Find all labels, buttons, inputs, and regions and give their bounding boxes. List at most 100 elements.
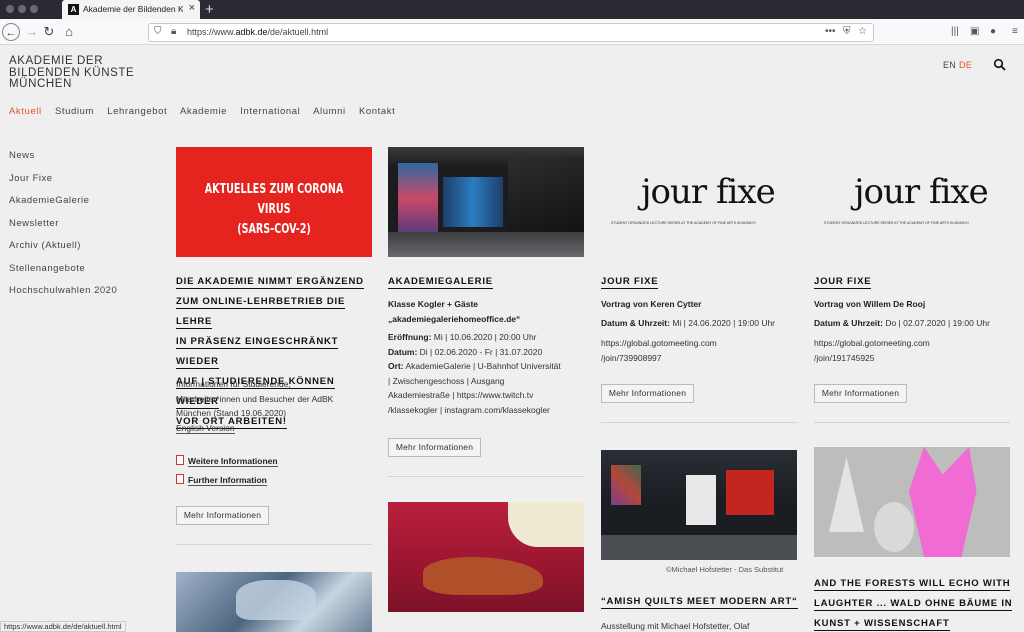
- new-tab-icon[interactable]: +: [205, 0, 214, 19]
- browser-tab[interactable]: A Akademie der Bildenden Künste ×: [62, 0, 200, 19]
- jourfixe-logo-sub: STUDENT ORGANIZED LECTURE SERIES AT THE …: [611, 221, 756, 225]
- nav-lehrangebot[interactable]: Lehrangebot: [107, 106, 167, 117]
- ort-value: AkademieGalerie | U-Bahnhof Universität: [403, 361, 561, 371]
- shield-icon[interactable]: ⛉: [154, 26, 162, 37]
- meeting-link[interactable]: /join/191745925: [814, 351, 1019, 366]
- galerie-heading[interactable]: AKADEMIEGALERIE: [388, 272, 588, 292]
- site-logo[interactable]: AKADEMIE DER BILDENDEN KÜNSTE MÜNCHEN: [9, 55, 134, 91]
- amish-heading[interactable]: “AMISH QUILTS MEET MODERN ART“: [601, 592, 811, 612]
- sidenav-newsletter[interactable]: Newsletter: [9, 218, 117, 241]
- forests-image[interactable]: [814, 447, 1010, 557]
- corona-text: Informationen für Studierende, Mitarbeit…: [176, 377, 376, 435]
- datum-value: Di | 02.06.2020 - Fr | 31.07.2020: [417, 346, 543, 357]
- lang-en-link[interactable]: EN: [943, 60, 956, 70]
- text-line: München (Stand 19.06.2020): [176, 408, 287, 418]
- account-icon[interactable]: ●: [990, 26, 996, 37]
- galerie-more-button[interactable]: Mehr Informationen: [388, 438, 481, 457]
- ort-value: /klassekogler | instagram.com/klassekogl…: [388, 404, 550, 415]
- logo-line: AKADEMIE DER: [9, 55, 104, 67]
- painting-image[interactable]: [388, 502, 584, 612]
- sidenav-news[interactable]: News: [9, 150, 117, 173]
- browser-toolbar: ← → ↻ ⌂ ⛉ 🔒︎ https://www.adbk.de/de/aktu…: [0, 19, 1024, 45]
- galerie-image[interactable]: [388, 147, 584, 257]
- jourfixe1-more-button[interactable]: Mehr Informationen: [601, 384, 694, 403]
- forests-heading[interactable]: AND THE FORESTS WILL ECHO WITH LAUGHTER …: [814, 574, 1019, 632]
- jourfixe2-more-button[interactable]: Mehr Informationen: [814, 384, 907, 403]
- sidenav-archiv[interactable]: Archiv (Aktuell): [9, 240, 117, 263]
- lock-icon[interactable]: 🔒︎: [171, 26, 176, 37]
- jourfixe-logo-sub: STUDENT ORGANIZED LECTURE SERIES AT THE …: [824, 221, 969, 225]
- datum-value: Mi | 24.06.2020 | 19:00 Uhr: [669, 317, 776, 328]
- ort-label: Ort:: [388, 361, 404, 371]
- nav-alumni[interactable]: Alumni: [313, 106, 346, 117]
- amish-image[interactable]: [601, 450, 797, 560]
- eroeffnung-label: Eröffnung:: [388, 332, 432, 342]
- pdf-icon: [176, 473, 184, 484]
- lecture-title: Vortrag von Willem De Rooj: [814, 299, 926, 309]
- ort-value: | Zwischengeschoss | Ausgang: [388, 375, 505, 386]
- nav-kontakt[interactable]: Kontakt: [359, 106, 395, 117]
- forward-icon[interactable]: →: [23, 23, 41, 41]
- heading-line: JOUR FIXE: [814, 276, 872, 289]
- nav-aktuell[interactable]: Aktuell: [9, 106, 42, 117]
- corona-banner[interactable]: AKTUELLES ZUM CORONA VIRUS (SARS-COV-2): [176, 147, 372, 257]
- status-url: https://www.adbk.de/de/aktuell.html: [0, 621, 126, 632]
- jourfixe-logo-text: jour fixe: [854, 172, 989, 212]
- heading-line: JOUR FIXE: [601, 276, 659, 289]
- lang-de-link[interactable]: DE: [959, 60, 972, 70]
- home-icon[interactable]: ⌂: [60, 23, 78, 41]
- jourfixe1-text: Vortrag von Keren Cytter Datum & Uhrzeit…: [601, 297, 801, 365]
- divider: [814, 422, 1010, 423]
- divider: [388, 476, 584, 477]
- amish-text: Ausstellung mit Michael Hofstetter, Olaf: [601, 621, 750, 631]
- corona-more-button[interactable]: Mehr Informationen: [176, 506, 269, 525]
- search-icon[interactable]: [993, 58, 1007, 72]
- bookmark-star-icon[interactable]: ☆: [858, 26, 867, 37]
- pocket-icon[interactable]: ⛨: [843, 26, 851, 37]
- corona-banner-line1: AKTUELLES ZUM CORONA VIRUS: [204, 182, 344, 217]
- sidenav-stellenangebote[interactable]: Stellenangebote: [9, 263, 117, 286]
- jourfixe1-heading[interactable]: JOUR FIXE: [601, 272, 797, 292]
- datum-label: Datum & Uhrzeit:: [601, 317, 670, 328]
- menu-icon[interactable]: ≡: [1012, 26, 1018, 37]
- nav-studium[interactable]: Studium: [55, 106, 94, 117]
- corona-links: Weitere Informationen Further Informatio…: [176, 454, 376, 487]
- heading-line: LAUGHTER ... WALD OHNE BÄUME IN: [814, 598, 1013, 611]
- nav-international[interactable]: International: [240, 106, 300, 117]
- heading-line: ZUM ONLINE-LEHRBETRIEB DIE LEHRE: [176, 296, 346, 329]
- reload-icon[interactable]: ↻: [40, 23, 58, 41]
- window-close-dot[interactable]: [6, 5, 14, 13]
- weitere-informationen-link[interactable]: Weitere Informationen: [188, 456, 278, 467]
- sidenav-hochschulwahlen[interactable]: Hochschulwahlen 2020: [9, 285, 117, 308]
- back-icon[interactable]: ←: [2, 23, 20, 41]
- amish-caption: ©Michael Hofstetter - Das Substitut: [666, 565, 784, 574]
- datum-value: Do | 02.07.2020 | 19:00 Uhr: [882, 317, 990, 328]
- english-version-link[interactable]: English Version: [176, 422, 235, 434]
- heading-line: DIE AKADEMIE NIMMT ERGÄNZEND: [176, 276, 364, 289]
- jourfixe2-heading[interactable]: JOUR FIXE: [814, 272, 1010, 292]
- nav-akademie[interactable]: Akademie: [180, 106, 227, 117]
- more-actions-icon[interactable]: •••: [825, 26, 836, 37]
- meeting-link[interactable]: https://global.gotomeeting.com: [814, 336, 1019, 351]
- text-line: Informationen für Studierende,: [176, 379, 291, 389]
- sidenav-jour-fixe[interactable]: Jour Fixe: [9, 173, 117, 196]
- url-bar[interactable]: ⛉ 🔒︎ https://www.adbk.de/de/aktuell.html…: [148, 23, 874, 42]
- corona-banner-line2: (SARS-COV-2): [237, 222, 311, 237]
- window-zoom-dot[interactable]: [30, 5, 38, 13]
- sidenav-akademiegalerie[interactable]: AkademieGalerie: [9, 195, 117, 218]
- tab-close-icon[interactable]: ×: [189, 2, 195, 14]
- meeting-link[interactable]: https://global.gotomeeting.com: [601, 336, 801, 351]
- url-text[interactable]: https://www.adbk.de/de/aktuell.html: [187, 27, 328, 37]
- sidebar-icon[interactable]: ▣: [970, 26, 979, 37]
- meeting-link[interactable]: /join/739908997: [601, 351, 801, 366]
- sculpture-image[interactable]: [176, 572, 372, 632]
- jourfixe2-image[interactable]: jour fixe STUDENT ORGANIZED LECTURE SERI…: [814, 147, 1010, 257]
- further-information-link[interactable]: Further Information: [188, 474, 267, 486]
- window-minimize-dot[interactable]: [18, 5, 26, 13]
- jourfixe1-image[interactable]: jour fixe STUDENT ORGANIZED LECTURE SERI…: [601, 147, 797, 257]
- heading-line: IN PRÄSENZ EINGESCHRÄNKT WIEDER: [176, 336, 339, 369]
- divider: [176, 544, 372, 545]
- jourfixe-logo-text: jour fixe: [641, 172, 776, 212]
- library-icon[interactable]: |||: [951, 26, 959, 37]
- heading-line: “AMISH QUILTS MEET MODERN ART“: [601, 596, 798, 609]
